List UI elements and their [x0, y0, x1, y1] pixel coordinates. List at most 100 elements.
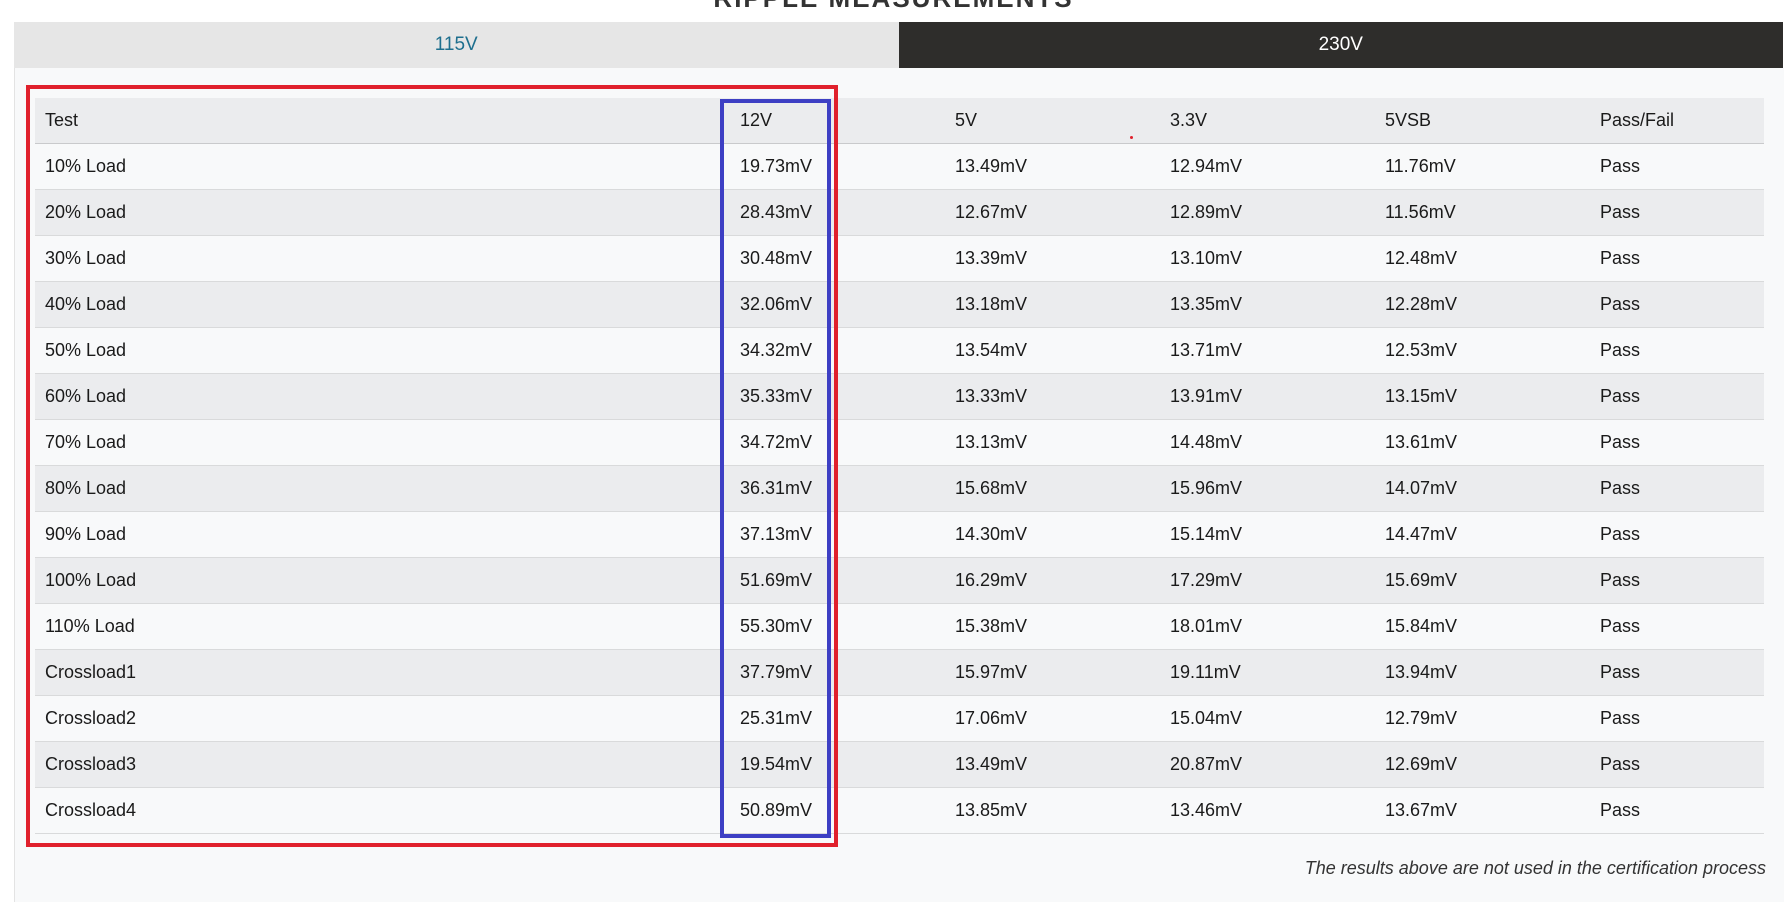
cell-5vsb: 13.94mV	[1375, 649, 1590, 696]
cell-5v: 13.33mV	[945, 373, 1160, 420]
cell-5v: 13.13mV	[945, 419, 1160, 466]
cell-pass-fail: Pass	[1590, 557, 1764, 604]
cell-3-3v: 18.01mV	[1160, 603, 1375, 650]
cell-12v: 34.72mV	[730, 419, 945, 466]
cell-5v: 13.49mV	[945, 143, 1160, 190]
cell-pass-fail: Pass	[1590, 649, 1764, 696]
cell-5v: 14.30mV	[945, 511, 1160, 558]
cell-pass-fail: Pass	[1590, 511, 1764, 558]
cell-12v: 51.69mV	[730, 557, 945, 604]
header-5vsb: 5VSB	[1375, 98, 1590, 144]
cell-pass-fail: Pass	[1590, 465, 1764, 512]
cell-5v: 15.68mV	[945, 465, 1160, 512]
cell-pass-fail: Pass	[1590, 419, 1764, 466]
cell-5v: 15.97mV	[945, 649, 1160, 696]
red-marker-dot	[1130, 136, 1133, 139]
cell-test: Crossload1	[35, 649, 730, 696]
cell-test: Crossload4	[35, 787, 730, 834]
cell-3-3v: 12.94mV	[1160, 143, 1375, 190]
table-row: Crossload1 37.79mV 15.97mV 19.11mV 13.94mV Pa…	[35, 649, 1764, 696]
cell-5vsb: 12.79mV	[1375, 695, 1590, 742]
cell-3-3v: 15.04mV	[1160, 695, 1375, 742]
cell-pass-fail: Pass	[1590, 787, 1764, 834]
table-row: 10% Load 19.73mV 13.49mV 12.94mV 11.76mV Pass	[35, 143, 1764, 190]
cell-5vsb: 11.76mV	[1375, 143, 1590, 190]
cell-3-3v: 19.11mV	[1160, 649, 1375, 696]
cell-3-3v: 13.46mV	[1160, 787, 1375, 834]
cell-12v: 37.13mV	[730, 511, 945, 558]
tab-115v[interactable]: 115V	[14, 22, 899, 68]
table-row: 100% Load 51.69mV 16.29mV 17.29mV 15.69mV Pas…	[35, 557, 1764, 604]
header-pass-fail: Pass/Fail	[1590, 98, 1764, 144]
cell-12v: 19.73mV	[730, 143, 945, 190]
cell-5v: 13.49mV	[945, 741, 1160, 788]
cell-5v: 17.06mV	[945, 695, 1160, 742]
ripple-measurements-page: RIPPLE MEASUREMENTS 115V 230V Test 12V 5…	[0, 0, 1787, 902]
cell-test: 100% Load	[35, 557, 730, 604]
table-body: 10% Load 19.73mV 13.49mV 12.94mV 11.76mV Pass…	[35, 143, 1764, 834]
cell-test: 60% Load	[35, 373, 730, 420]
cell-test: Crossload3	[35, 741, 730, 788]
cell-3-3v: 17.29mV	[1160, 557, 1375, 604]
tab-230v[interactable]: 230V	[898, 22, 1783, 68]
cell-test: 20% Load	[35, 189, 730, 236]
cell-pass-fail: Pass	[1590, 695, 1764, 742]
cell-5v: 16.29mV	[945, 557, 1160, 604]
header-12v: 12V	[730, 98, 945, 144]
cell-12v: 19.54mV	[730, 741, 945, 788]
cell-3-3v: 15.96mV	[1160, 465, 1375, 512]
table-header-row: Test 12V 5V 3.3V 5VSB Pass/Fail	[35, 98, 1764, 144]
table-row: 30% Load 30.48mV 13.39mV 13.10mV 12.48mV Pass	[35, 235, 1764, 282]
cell-12v: 35.33mV	[730, 373, 945, 420]
header-3-3v: 3.3V	[1160, 98, 1375, 144]
cell-3-3v: 15.14mV	[1160, 511, 1375, 558]
cell-5vsb: 15.69mV	[1375, 557, 1590, 604]
cell-3-3v: 14.48mV	[1160, 419, 1375, 466]
cell-pass-fail: Pass	[1590, 281, 1764, 328]
cell-12v: 34.32mV	[730, 327, 945, 374]
table-row: 40% Load 32.06mV 13.18mV 13.35mV 12.28mV Pass	[35, 281, 1764, 328]
cell-pass-fail: Pass	[1590, 741, 1764, 788]
table-row: 110% Load 55.30mV 15.38mV 18.01mV 15.84mV Pas…	[35, 603, 1764, 650]
cell-5v: 15.38mV	[945, 603, 1160, 650]
cell-5v: 13.85mV	[945, 787, 1160, 834]
header-test: Test	[35, 98, 730, 144]
table-row: 50% Load 34.32mV 13.54mV 13.71mV 12.53mV Pass	[35, 327, 1764, 374]
table-row: 20% Load 28.43mV 12.67mV 12.89mV 11.56mV Pass	[35, 189, 1764, 236]
cell-12v: 55.30mV	[730, 603, 945, 650]
cell-test: 90% Load	[35, 511, 730, 558]
cell-test: 80% Load	[35, 465, 730, 512]
cell-12v: 30.48mV	[730, 235, 945, 282]
cell-5vsb: 14.47mV	[1375, 511, 1590, 558]
table-row: 60% Load 35.33mV 13.33mV 13.91mV 13.15mV Pass	[35, 373, 1764, 420]
cell-12v: 32.06mV	[730, 281, 945, 328]
cell-3-3v: 12.89mV	[1160, 189, 1375, 236]
cell-test: Crossload2	[35, 695, 730, 742]
section-title: RIPPLE MEASUREMENTS	[0, 0, 1787, 14]
cell-pass-fail: Pass	[1590, 603, 1764, 650]
results-panel: Test 12V 5V 3.3V 5VSB Pass/Fail 10% Load…	[14, 68, 1784, 902]
header-5v: 5V	[945, 98, 1160, 144]
cell-3-3v: 13.71mV	[1160, 327, 1375, 374]
cell-12v: 25.31mV	[730, 695, 945, 742]
table-row: Crossload3 19.54mV 13.49mV 20.87mV 12.69mV Pa…	[35, 741, 1764, 788]
cell-pass-fail: Pass	[1590, 143, 1764, 190]
cell-5vsb: 15.84mV	[1375, 603, 1590, 650]
cell-5v: 12.67mV	[945, 189, 1160, 236]
cell-test: 50% Load	[35, 327, 730, 374]
cell-12v: 36.31mV	[730, 465, 945, 512]
ripple-table: Test 12V 5V 3.3V 5VSB Pass/Fail 10% Load…	[35, 98, 1764, 834]
table-row: Crossload4 50.89mV 13.85mV 13.46mV 13.67mV Pa…	[35, 787, 1764, 834]
cell-3-3v: 13.91mV	[1160, 373, 1375, 420]
cell-3-3v: 13.10mV	[1160, 235, 1375, 282]
cell-12v: 37.79mV	[730, 649, 945, 696]
certification-footnote: The results above are not used in the ce…	[1304, 858, 1766, 878]
cell-test: 30% Load	[35, 235, 730, 282]
cell-5vsb: 13.15mV	[1375, 373, 1590, 420]
cell-5vsb: 12.69mV	[1375, 741, 1590, 788]
cell-5v: 13.54mV	[945, 327, 1160, 374]
cell-test: 40% Load	[35, 281, 730, 328]
cell-pass-fail: Pass	[1590, 373, 1764, 420]
cell-pass-fail: Pass	[1590, 327, 1764, 374]
cell-5vsb: 13.61mV	[1375, 419, 1590, 466]
